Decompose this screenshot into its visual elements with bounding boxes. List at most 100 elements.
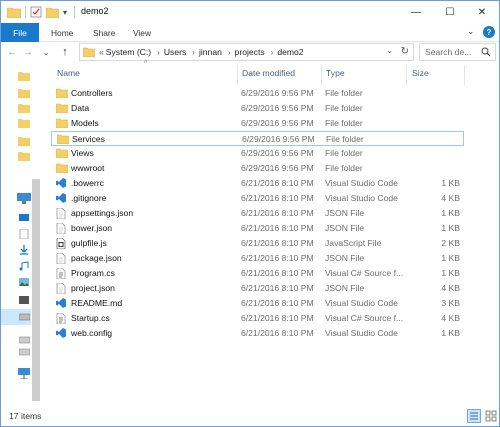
breadcrumb-overflow[interactable]: « <box>99 47 104 57</box>
nav-folder-icon[interactable] <box>18 151 30 161</box>
folder-row[interactable]: Data 6/29/2016 9:56 PM File folder <box>51 101 464 116</box>
tab-home[interactable]: Home <box>51 23 73 42</box>
file-name: Controllers <box>71 88 113 98</box>
file-date-modified: 6/29/2016 9:56 PM <box>241 148 314 158</box>
customize-toolbar-icon[interactable]: ▾ <box>63 5 67 19</box>
breadcrumb-separator[interactable]: › <box>192 48 195 57</box>
column-divider[interactable] <box>321 65 322 85</box>
details-view-button[interactable] <box>467 409 481 423</box>
videos-icon[interactable] <box>19 295 31 305</box>
file-row[interactable]: gulpfile.js 6/21/2016 8:10 PM JavaScript F… <box>51 236 464 251</box>
refresh-icon[interactable]: ↻ <box>401 46 409 57</box>
column-divider[interactable] <box>237 65 238 85</box>
file-type: JSON File <box>325 283 365 293</box>
address-dropdown-icon[interactable]: ⌄ <box>386 46 393 55</box>
file-date-modified: 6/29/2016 9:56 PM <box>241 88 314 98</box>
nav-folder-icon[interactable] <box>18 103 30 113</box>
help-icon[interactable]: ? <box>483 26 495 38</box>
folder-row[interactable]: wwwroot 6/29/2016 9:56 PM File folder <box>51 161 464 176</box>
nav-pane-scrollbar[interactable] <box>32 179 40 401</box>
drive-icon[interactable] <box>18 335 31 345</box>
folder-row[interactable]: Controllers 6/29/2016 9:56 PM File folder <box>51 86 464 101</box>
file-row[interactable]: web.config 6/21/2016 8:10 PM Visual Studio… <box>51 326 464 341</box>
downloads-icon[interactable] <box>19 245 31 255</box>
file-row[interactable]: .bowerrc 6/21/2016 8:10 PM Visual Studio C… <box>51 176 464 191</box>
nav-folder-icon[interactable] <box>18 118 30 128</box>
file-row[interactable]: Startup.cs 6/21/2016 8:10 PM Visual C# Sou… <box>51 311 464 326</box>
breadcrumb-jinnan[interactable]: jinnan <box>199 47 222 57</box>
tab-view[interactable]: View <box>133 23 151 42</box>
folder-icon <box>55 88 69 99</box>
address-bar[interactable]: « System (C:) › Users › jinnan › project… <box>79 43 414 61</box>
file-date-modified: 6/21/2016 8:10 PM <box>241 313 314 323</box>
file-name: Models <box>71 118 99 128</box>
breadcrumb-demo2[interactable]: demo2 <box>277 47 303 57</box>
maximize-button[interactable]: ☐ <box>433 1 467 23</box>
file-row[interactable]: .gitignore 6/21/2016 8:10 PM Visual Studio… <box>51 191 464 206</box>
breadcrumb-separator[interactable]: › <box>157 48 160 57</box>
file-size: 1 KB <box>441 208 460 218</box>
file-name: Services <box>72 134 105 144</box>
file-row[interactable]: bower.json 6/21/2016 8:10 PM JSON File 1 KB <box>51 221 464 236</box>
column-header-date-modified[interactable]: Date modified <box>242 65 295 81</box>
close-button[interactable]: ✕ <box>465 1 499 23</box>
search-box[interactable] <box>419 43 496 61</box>
navigation-pane <box>1 63 43 401</box>
folder-row[interactable]: Services 6/29/2016 9:56 PM File folder <box>51 131 464 146</box>
breadcrumb-users[interactable]: Users <box>164 47 186 57</box>
file-name: Data <box>71 103 90 113</box>
file-name: Views <box>71 148 94 158</box>
folder-row[interactable]: Models 6/29/2016 9:56 PM File folder <box>51 116 464 131</box>
nav-folder-icon[interactable] <box>18 136 30 146</box>
json-file-icon <box>56 282 66 295</box>
file-row[interactable]: Program.cs 6/21/2016 8:10 PM Visual C# Sou… <box>51 266 464 281</box>
local-disk-icon[interactable] <box>18 312 31 322</box>
file-date-modified: 6/21/2016 8:10 PM <box>241 253 314 263</box>
minimize-button[interactable]: — <box>399 1 433 23</box>
breadcrumb-system-c[interactable]: System (C:) <box>106 47 151 57</box>
column-header-size[interactable]: Size <box>412 65 429 81</box>
music-icon[interactable] <box>19 261 31 271</box>
file-row[interactable]: README.md 6/21/2016 8:10 PM Visual Studio … <box>51 296 464 311</box>
column-divider[interactable] <box>464 65 465 85</box>
column-header-name[interactable]: Name <box>57 65 80 81</box>
documents-icon[interactable] <box>19 228 31 240</box>
column-header-type[interactable]: Type <box>326 65 345 81</box>
large-icons-view-button[interactable] <box>484 409 498 423</box>
up-arrow-icon[interactable]: ↑ <box>58 44 72 60</box>
file-date-modified: 6/21/2016 8:10 PM <box>241 193 314 203</box>
search-icon[interactable] <box>481 47 491 59</box>
file-date-modified: 6/21/2016 8:10 PM <box>241 298 314 308</box>
file-size: 2 KB <box>441 238 460 248</box>
this-pc-icon[interactable] <box>17 193 31 204</box>
file-row[interactable]: appsettings.json 6/21/2016 8:10 PM JSON Fi… <box>51 206 464 221</box>
title-bar: ▾ demo2 — ☐ ✕ <box>1 1 499 23</box>
forward-arrow-icon[interactable]: → <box>21 44 35 60</box>
desktop-icon[interactable] <box>19 213 31 223</box>
file-row[interactable]: project.json 6/21/2016 8:10 PM JSON File 4 … <box>51 281 464 296</box>
file-type: Visual Studio Code <box>325 328 398 338</box>
properties-icon[interactable] <box>30 5 42 19</box>
breadcrumb-projects[interactable]: projects <box>235 47 265 57</box>
nav-folder-icon[interactable] <box>18 88 30 98</box>
breadcrumb-separator[interactable]: › <box>228 48 231 57</box>
vscode-file-icon <box>56 178 66 188</box>
nav-folder-icon[interactable] <box>18 71 30 81</box>
drive-icon[interactable] <box>18 347 31 357</box>
file-size: 4 KB <box>441 283 460 293</box>
pictures-icon[interactable] <box>19 277 31 287</box>
network-icon[interactable] <box>18 368 30 380</box>
new-folder-icon[interactable] <box>46 5 59 19</box>
folder-row[interactable]: Views 6/29/2016 9:56 PM File folder <box>51 146 464 161</box>
tab-file[interactable]: File <box>1 23 39 42</box>
vscode-file-icon <box>56 193 66 203</box>
back-arrow-icon[interactable]: ← <box>5 44 19 60</box>
breadcrumb-separator[interactable]: › <box>271 48 274 57</box>
file-row[interactable]: package.json 6/21/2016 8:10 PM JSON File 1 … <box>51 251 464 266</box>
expand-ribbon-icon[interactable]: ⌄ <box>467 26 475 37</box>
column-divider[interactable] <box>406 65 407 85</box>
tab-share[interactable]: Share <box>93 23 115 42</box>
search-input[interactable] <box>425 47 480 57</box>
json-file-icon <box>56 207 66 220</box>
recent-locations-icon[interactable]: ⌄ <box>39 44 53 60</box>
